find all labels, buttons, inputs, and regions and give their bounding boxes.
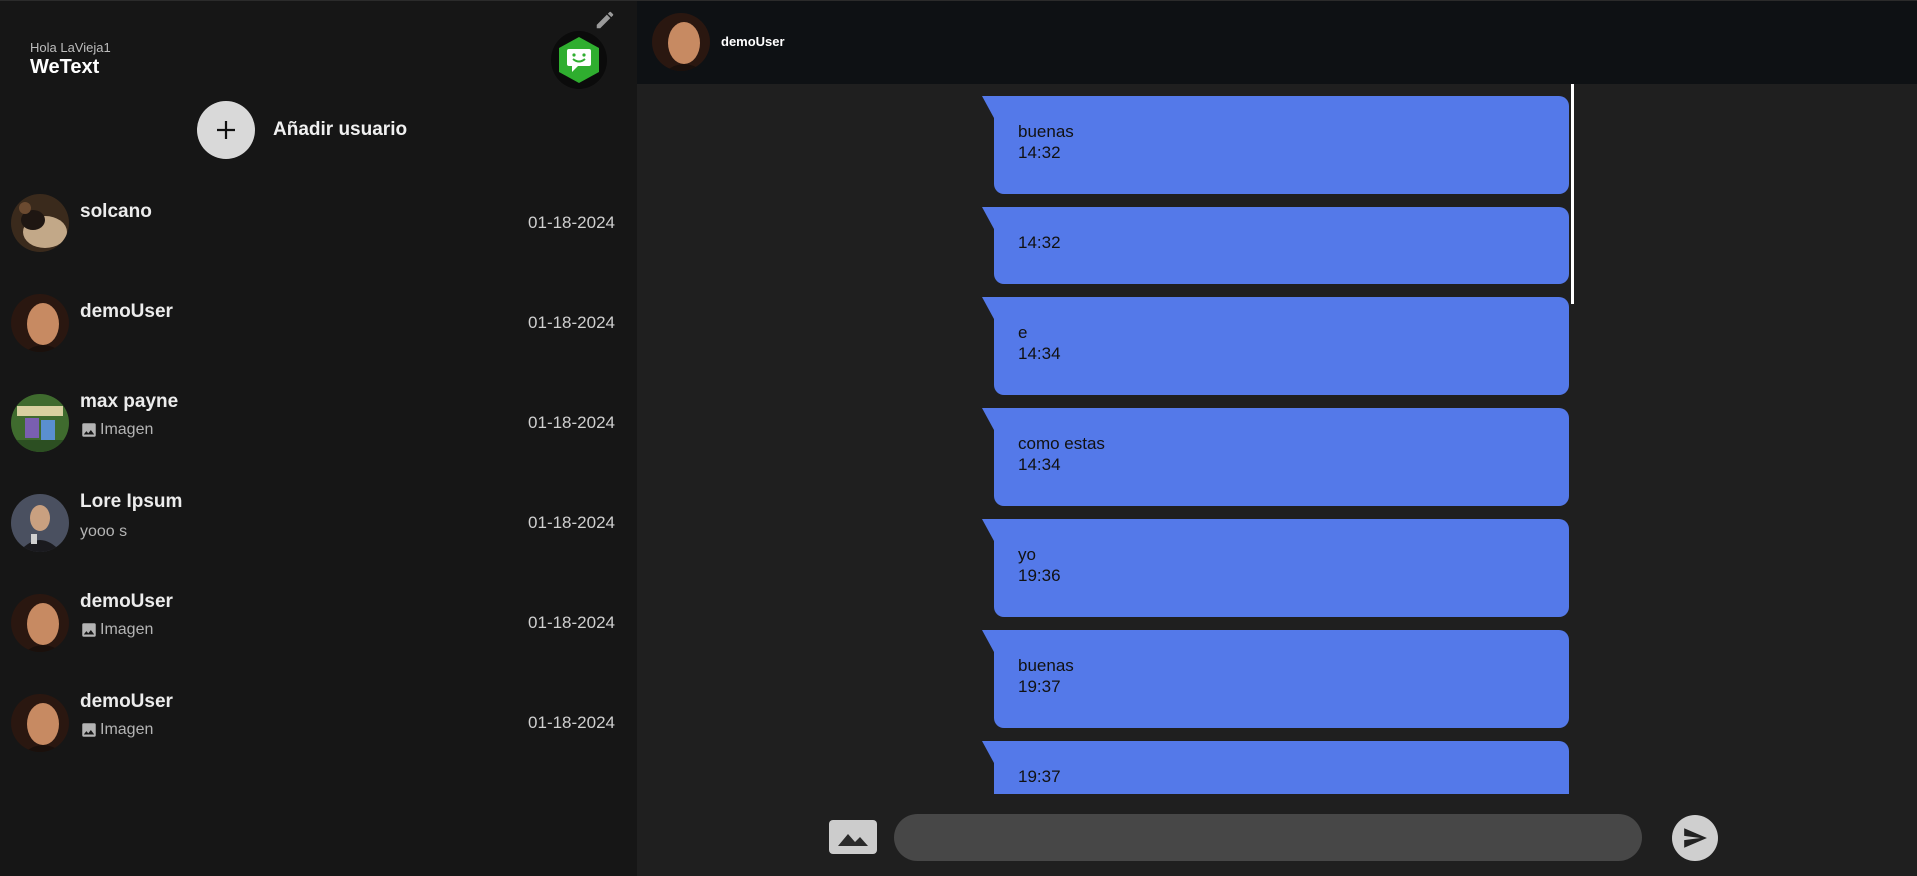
contact-name: solcano — [80, 201, 152, 222]
avatar — [11, 494, 69, 552]
message-bubble: buenas 14:32 — [982, 96, 1569, 194]
contact-name: max payne — [80, 391, 179, 412]
message-bubble: como estas 14:34 — [982, 408, 1569, 506]
contact-last-message-text: Imagen — [100, 721, 154, 738]
contact-list: solcano 01-18-2024 demoUser 01-18-2024 m… — [0, 173, 637, 773]
plus-icon — [197, 101, 255, 159]
contact-date: 01-18-2024 — [528, 613, 615, 632]
brand: Hola LaVieja1 WeText — [30, 41, 111, 79]
contact-name: demoUser — [80, 301, 173, 322]
contact-last-message-text: Imagen — [100, 621, 154, 638]
message-bubble: buenas 19:37 — [982, 630, 1569, 728]
message-text: yo — [1018, 545, 1036, 564]
message-input[interactable] — [894, 814, 1642, 861]
message-time: 19:37 — [1018, 767, 1061, 786]
contact-last-message: Imagen — [80, 421, 153, 439]
message-text: e — [1018, 323, 1028, 342]
contact-last-message-text: Imagen — [100, 421, 154, 438]
contact-name: demoUser — [80, 591, 173, 612]
add-user-button[interactable]: Añadir usuario — [197, 101, 407, 159]
contact-item[interactable]: demoUser 01-18-2024 — [0, 273, 637, 373]
image-icon — [82, 723, 96, 737]
message-time: 19:37 — [1018, 677, 1061, 696]
attach-image-button[interactable] — [829, 820, 877, 854]
pencil-icon[interactable] — [594, 9, 616, 31]
avatar — [11, 194, 69, 252]
message-bubble: yo 19:36 — [982, 519, 1569, 617]
message-time: 14:32 — [1018, 143, 1061, 162]
scrollbar-thumb[interactable] — [1571, 84, 1574, 304]
contact-item[interactable]: solcano 01-18-2024 — [0, 173, 637, 273]
avatar — [11, 594, 69, 652]
avatar — [11, 394, 69, 452]
contact-date: 01-18-2024 — [528, 313, 615, 332]
contact-item[interactable]: demoUser Imagen 01-18-2024 — [0, 673, 637, 773]
message-time: 14:34 — [1018, 455, 1061, 474]
contact-name: demoUser — [80, 691, 173, 712]
contact-last-message: yooo s — [80, 523, 127, 541]
message-bubble: 14:32 — [982, 207, 1569, 284]
contact-last-message-text: yooo s — [80, 523, 128, 540]
add-user-label: Añadir usuario — [273, 119, 408, 140]
message-time: 14:34 — [1018, 344, 1061, 363]
message-text: buenas — [1018, 656, 1074, 675]
avatar[interactable] — [652, 13, 710, 71]
greeting: Hola LaVieja1 — [30, 40, 111, 55]
message-bubble: 19:37 — [982, 741, 1569, 794]
send-button[interactable] — [1672, 815, 1718, 861]
contact-last-message: Imagen — [80, 721, 153, 739]
image-icon — [82, 423, 96, 437]
message-composer — [637, 794, 1917, 876]
chat-contact-name: demoUser — [721, 34, 785, 49]
message-text: como estas — [1018, 434, 1105, 453]
chat-bubble-smile-icon — [559, 37, 599, 83]
message-text: buenas — [1018, 122, 1074, 141]
message-time: 14:32 — [1018, 233, 1061, 252]
image-icon — [834, 825, 872, 849]
avatar — [11, 294, 69, 352]
contact-date: 01-18-2024 — [528, 413, 615, 432]
contact-item[interactable]: Lore Ipsum yooo s 01-18-2024 — [0, 473, 637, 573]
contact-item[interactable]: max payne Imagen 01-18-2024 — [0, 373, 637, 473]
sidebar: Hola LaVieja1 WeText Añadir usuario solc… — [0, 0, 637, 876]
app-title: WeText — [30, 56, 100, 78]
contact-date: 01-18-2024 — [528, 213, 615, 232]
contact-last-message: Imagen — [80, 621, 153, 639]
message-time: 19:36 — [1018, 566, 1061, 585]
send-icon — [1684, 828, 1707, 848]
contact-item[interactable]: demoUser Imagen 01-18-2024 — [0, 573, 637, 673]
contact-date: 01-18-2024 — [528, 513, 615, 532]
message-bubble: e 14:34 — [982, 297, 1569, 395]
avatar — [11, 694, 69, 752]
message-list[interactable]: buenas 14:32 14:32 e 14:34 como estas 14… — [637, 84, 1917, 794]
app-logo[interactable] — [551, 31, 607, 89]
image-icon — [82, 623, 96, 637]
contact-name: Lore Ipsum — [80, 491, 183, 512]
contact-date: 01-18-2024 — [528, 713, 615, 732]
chat-header: demoUser — [637, 0, 1917, 84]
